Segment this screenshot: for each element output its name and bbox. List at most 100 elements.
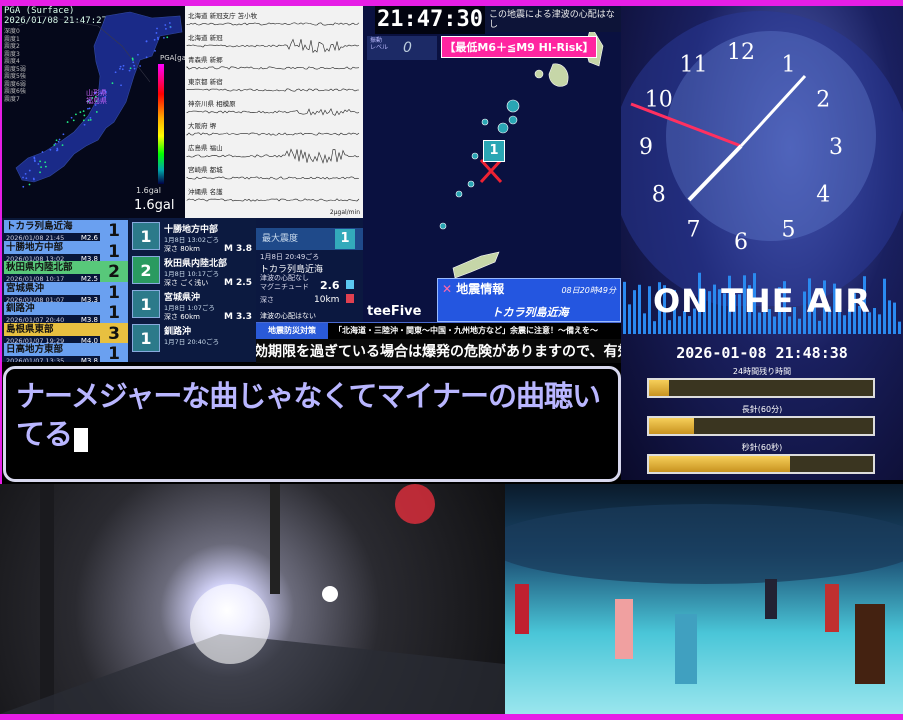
epicenter-intensity-marker: 1 [483, 140, 505, 162]
shake-level-label: 振動 レベル [370, 37, 389, 51]
quake-info-place: トカラ列島近海 [491, 306, 569, 319]
station-dot [41, 151, 44, 153]
station-dot [40, 166, 42, 169]
station-dot [37, 163, 40, 165]
pga-color-scale [158, 64, 164, 184]
station-label: 北海道 新冠支庁 苫小牧 [188, 12, 258, 20]
seismograph-trace [186, 198, 360, 202]
station-dot [153, 38, 156, 41]
spectrum-bar [898, 321, 901, 334]
station-dot [122, 64, 125, 67]
progress-bar [647, 378, 875, 398]
intensity-row-name: 宮城県沖 [4, 281, 100, 295]
station-dot [156, 27, 158, 30]
news-ticker-secondary: 効期限を過ぎている場合は爆発の危険がありますので、有効期限が過ぎた [256, 339, 621, 363]
station-dot [87, 107, 89, 110]
text-cursor [74, 427, 89, 452]
pga-gal-value: 1.6gal [134, 198, 175, 213]
quake-time: 1月8日 1:07ごろ [164, 304, 215, 312]
station-label: 宮崎県 都城 [188, 166, 223, 174]
clock-number: 5 [782, 217, 796, 242]
progress-fill [649, 380, 670, 396]
clock-number: 12 [727, 40, 755, 65]
station-dot [83, 123, 86, 126]
quake-list-panel: 1 十勝地方中部 1月8日 13:02ごろ 深さ 80km M 3.8 2 秋田県内陸北部 1… [129, 218, 256, 362]
station-dot [114, 71, 117, 74]
max-intensity-header: 最大震度 1 [256, 228, 363, 250]
quake-intensity-box: 1 [132, 324, 160, 352]
station-dot [155, 32, 158, 34]
quake-intensity-box: 1 [132, 290, 160, 318]
station-dot [89, 117, 92, 119]
station-dot [53, 144, 56, 146]
station-label: 青森県 新郷 [188, 56, 223, 64]
station-dot [58, 138, 61, 141]
analog-clock: 12 12 3 45 6 78 9 10 11 [621, 11, 903, 306]
quake-time: 1月7日 20:40ごろ [164, 338, 220, 346]
station-dot [39, 160, 42, 163]
station-dot [75, 113, 77, 116]
clock-number: 4 [816, 183, 830, 208]
quake-time: 1月8日 10:17ごろ [164, 270, 220, 278]
progress-fill [649, 456, 791, 472]
intensity-row-info: 2026/01/07 13:35 M3.8 [4, 356, 100, 362]
intensity-list-panel: トカラ列島近海 2026/01/08 21:45 M2.6 1 十勝地方中部 2026/0… [2, 218, 129, 362]
station-dot [33, 157, 36, 160]
station-dot [137, 53, 139, 56]
station-dot [70, 116, 73, 119]
progress-bar [647, 454, 875, 474]
depth-value: 10km [314, 295, 340, 305]
max-intensity-label: 最大震度 [262, 234, 299, 244]
clock-number: 8 [652, 183, 666, 208]
spectrum-bar [818, 320, 821, 334]
station-dot [169, 26, 172, 29]
station-dot [33, 178, 35, 181]
station-dot [95, 111, 98, 113]
station-dot [154, 49, 156, 52]
station-dot [128, 69, 131, 72]
datetime-display: 2026-01-08 21:48:38 [676, 344, 848, 362]
clock-number: 7 [687, 217, 701, 242]
progress-bar [647, 416, 875, 436]
pga-scale-title: PGA[gal] [160, 54, 185, 62]
station-dot [61, 144, 64, 147]
station-dot [24, 173, 27, 175]
quake-info-box: ✕ 地震情報 08日20時49分 トカラ列島近海 [437, 278, 621, 322]
pga-gal-small: 1.6gal [136, 186, 161, 195]
eew-message: この地震による津波の心配はなし [485, 8, 621, 32]
magnitude-color-chip [346, 280, 354, 289]
station-dot [119, 65, 122, 68]
station-dot [120, 84, 122, 87]
station-dot [55, 139, 58, 142]
spectrum-bar [668, 320, 671, 334]
quake-info-date: 08日20時49分 [561, 286, 616, 295]
station-dot [164, 24, 167, 26]
max-intensity-value: 1 [335, 229, 355, 249]
station-dot [39, 171, 41, 174]
seismograph-trace [186, 108, 360, 116]
progress-label: 長針(60分) [741, 405, 783, 414]
station-dot [62, 133, 65, 136]
station-dot [131, 58, 134, 61]
station-dot [57, 140, 60, 143]
seismograph-panel: 北海道 新冠支庁 苫小牧 北海道 新冠 青森県 新郷 東京都 新宿 神奈川県 相模原 大阪… [185, 6, 363, 218]
station-dot [165, 27, 167, 30]
station-dot [129, 67, 132, 70]
station-dot [162, 37, 165, 39]
news-ticker: 地震防災対策 「北海道・三陸沖・関東〜中国・九州地方など」余震に注意！〜備えを〜 [256, 322, 621, 339]
progress-fill [649, 418, 694, 434]
station-dot [54, 142, 57, 145]
chat-message-text: ナーメジャーな曲じゃなくてマイナーの曲聴いてる [16, 379, 601, 451]
quake-time: 1月8日 13:02ごろ [164, 236, 220, 244]
station-dot [79, 111, 82, 114]
intensity-row-name: トカラ列島近海 [4, 220, 100, 233]
intensity-row-name: 十勝地方中部 [4, 240, 100, 254]
station-dot [34, 160, 36, 163]
spectrum-bar [653, 321, 656, 334]
intensity-row-mag: M3.8 [80, 357, 98, 362]
max-intensity-time: 1月8日 20:49ごろ [260, 253, 320, 261]
station-dot [25, 177, 28, 180]
progress-label: 24時間残り時間 [732, 367, 792, 376]
station-dot [22, 176, 24, 179]
intensity-row-name: 釧路沖 [4, 302, 100, 315]
